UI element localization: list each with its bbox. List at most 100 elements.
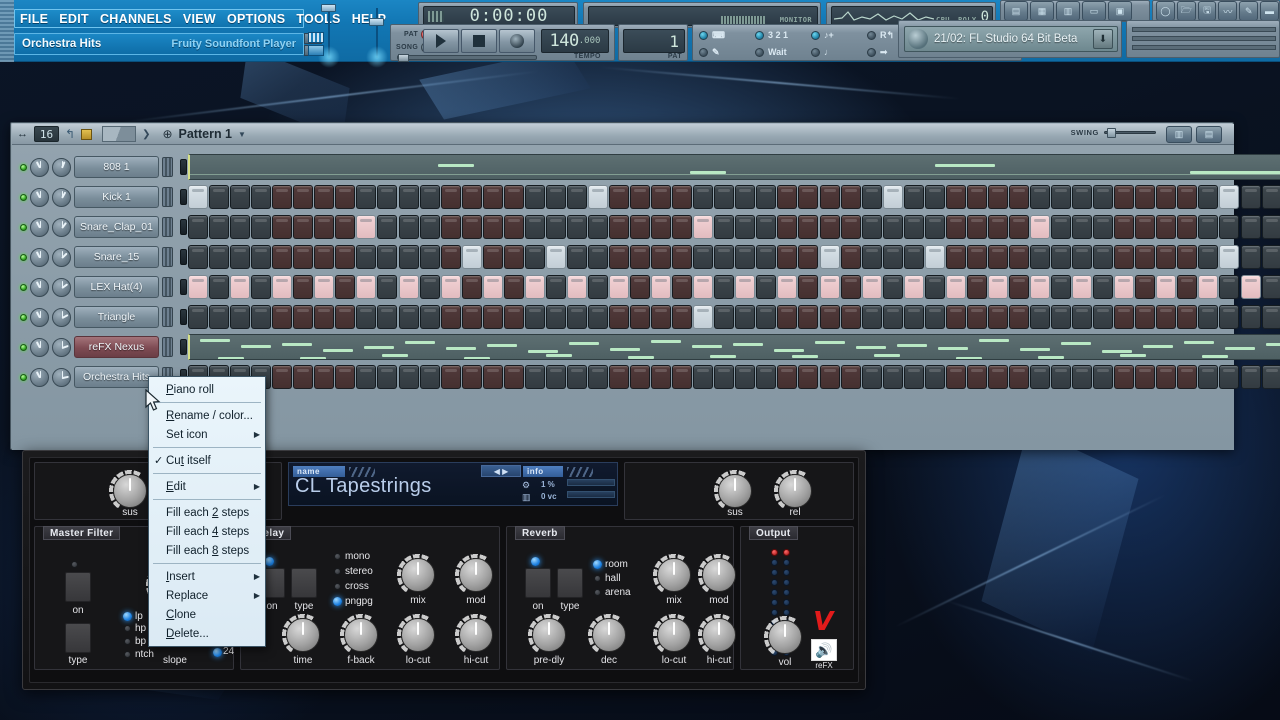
step-button[interactable] <box>587 365 608 389</box>
step-button[interactable] <box>840 215 861 239</box>
step-button[interactable] <box>314 365 335 389</box>
step-button[interactable] <box>714 275 735 299</box>
step-button[interactable] <box>609 245 629 269</box>
step-button[interactable] <box>945 305 966 329</box>
step-button[interactable] <box>861 275 882 299</box>
step-button[interactable] <box>461 305 482 329</box>
step-button[interactable] <box>735 185 756 209</box>
step-button[interactable] <box>735 215 756 239</box>
step-button[interactable] <box>1240 305 1261 329</box>
step-button[interactable] <box>1051 245 1072 269</box>
hint-bar[interactable]: 21/02: FL Studio 64 Bit Beta ▼ <box>904 26 1118 52</box>
step-button[interactable] <box>524 185 545 209</box>
hp-label[interactable]: hp <box>135 623 146 634</box>
step-button[interactable] <box>1135 215 1156 239</box>
step-button[interactable] <box>272 185 293 209</box>
channel-mute-strip[interactable] <box>180 219 187 235</box>
step-button[interactable] <box>672 275 693 299</box>
step-button[interactable] <box>777 215 798 239</box>
pencil-icon[interactable]: ✎ <box>1239 1 1259 21</box>
sus-knob-left[interactable] <box>113 474 147 508</box>
step-button[interactable] <box>609 365 629 389</box>
step-button[interactable] <box>209 245 230 269</box>
step-button[interactable] <box>693 185 714 209</box>
step-button[interactable] <box>966 275 987 299</box>
step-button[interactable] <box>903 275 924 299</box>
step-button[interactable] <box>503 305 524 329</box>
step-button[interactable] <box>314 245 335 269</box>
step-button[interactable] <box>503 185 524 209</box>
step-button[interactable] <box>377 215 398 239</box>
step-button[interactable] <box>882 365 903 389</box>
step-button[interactable] <box>735 245 756 269</box>
step-button[interactable] <box>1008 275 1029 299</box>
step-button[interactable] <box>209 275 230 299</box>
step-button[interactable] <box>1030 245 1050 269</box>
menu-item-view[interactable]: VIEW <box>183 12 216 26</box>
menu-item-piano-roll[interactable]: Piano roll <box>149 380 265 399</box>
step-button[interactable] <box>251 245 272 269</box>
nexus-preset-arrows[interactable]: ◀ ▶ <box>481 465 521 477</box>
reverb-on-led[interactable] <box>531 557 540 566</box>
step-button[interactable] <box>924 275 945 299</box>
toggle-led-multilink[interactable] <box>755 31 764 40</box>
channel-grip-icon[interactable] <box>162 307 173 327</box>
step-button[interactable] <box>209 305 230 329</box>
step-button[interactable] <box>1030 305 1050 329</box>
channel-grip-icon[interactable] <box>162 217 173 237</box>
step-button[interactable] <box>545 305 566 329</box>
fader-handle-2[interactable] <box>369 18 384 26</box>
step-button[interactable] <box>924 305 945 329</box>
step-button[interactable] <box>1177 185 1198 209</box>
step-button[interactable] <box>251 215 272 239</box>
ntch-led[interactable] <box>124 651 131 658</box>
step-button[interactable] <box>924 215 945 239</box>
step-button[interactable] <box>293 185 314 209</box>
channel-volume-knob[interactable] <box>52 187 71 207</box>
step-button[interactable] <box>188 305 208 329</box>
delay-type-switch[interactable] <box>291 568 317 598</box>
step-button[interactable] <box>1177 215 1198 239</box>
step-button[interactable] <box>461 185 482 209</box>
step-button[interactable] <box>651 245 672 269</box>
step-button[interactable] <box>609 185 629 209</box>
reverb-on-switch[interactable] <box>525 568 551 598</box>
vol-knob[interactable] <box>768 620 802 654</box>
step-button[interactable] <box>398 185 419 209</box>
delay-cross-label[interactable]: cross <box>345 581 369 592</box>
channel-enable-led[interactable] <box>20 343 27 351</box>
menu-item-file[interactable]: FILE <box>20 12 48 26</box>
step-button[interactable] <box>819 215 840 239</box>
step-button[interactable] <box>440 365 461 389</box>
channel-volume-knob[interactable] <box>52 307 71 327</box>
channel-pan-knob[interactable] <box>30 157 49 177</box>
step-button[interactable] <box>1240 185 1261 209</box>
step-button[interactable] <box>524 215 545 239</box>
step-button[interactable] <box>482 185 503 209</box>
step-button[interactable] <box>630 185 651 209</box>
toggle-led-auto-scroll[interactable] <box>867 48 876 57</box>
step-button[interactable] <box>882 305 903 329</box>
step-button[interactable] <box>651 275 672 299</box>
step-button[interactable] <box>1156 275 1177 299</box>
step-button[interactable] <box>377 275 398 299</box>
delay-mono-led[interactable] <box>334 553 341 560</box>
step-button[interactable] <box>1135 245 1156 269</box>
step-button[interactable] <box>903 185 924 209</box>
channel-pan-knob[interactable] <box>30 247 49 267</box>
channel-name-button[interactable]: 808 1 <box>74 156 159 178</box>
step-button[interactable] <box>440 185 461 209</box>
channel-mute-strip[interactable] <box>180 279 187 295</box>
step-button[interactable] <box>272 245 293 269</box>
plugin-titlebar[interactable]: Orchestra Hits Fruity Soundfont Player <box>14 33 304 55</box>
step-button[interactable] <box>924 365 945 389</box>
step-button[interactable] <box>377 185 398 209</box>
step-button[interactable] <box>777 245 798 269</box>
step-button[interactable] <box>230 305 251 329</box>
step-button[interactable] <box>609 275 629 299</box>
step-button[interactable] <box>1261 275 1280 299</box>
step-button[interactable] <box>693 215 714 239</box>
step-button[interactable] <box>1135 305 1156 329</box>
step-button[interactable] <box>777 275 798 299</box>
step-button[interactable] <box>524 245 545 269</box>
